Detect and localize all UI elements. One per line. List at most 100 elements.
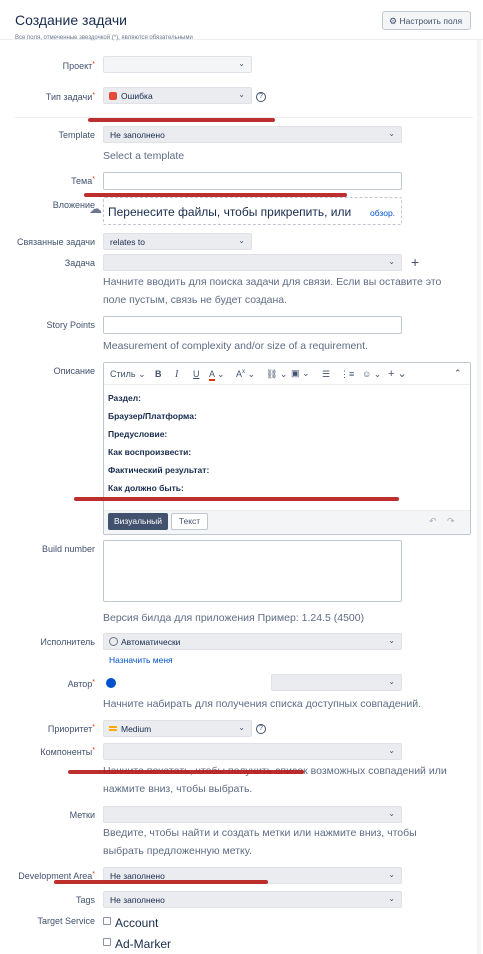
annotation-underline	[54, 880, 268, 884]
template-label: Template	[58, 130, 95, 140]
components-label: Компоненты*	[40, 747, 95, 757]
add-icon[interactable]: +	[411, 254, 419, 270]
chevron-down-icon: ⌄	[388, 809, 395, 818]
tab-visual[interactable]: Визуальный	[108, 513, 168, 530]
assignee-label: Исполнитель	[40, 637, 95, 647]
description-line: Как воспроизвести:	[108, 447, 192, 457]
project-label: Проект*	[62, 61, 95, 71]
tags-label: Tags	[75, 895, 95, 905]
checkbox-account[interactable]	[103, 917, 111, 925]
build-number-textarea[interactable]	[103, 540, 402, 602]
help-icon[interactable]: ?	[256, 724, 266, 734]
redo-icon[interactable]: ↷	[447, 516, 455, 527]
dialog-title: Создание задачи	[15, 12, 127, 28]
priority-value: Medium	[121, 724, 152, 734]
chevron-down-icon: ⌄	[238, 90, 245, 99]
bold-button[interactable]: B	[155, 369, 162, 379]
labels-select[interactable]: ⌄	[103, 806, 402, 823]
priority-label: Приоритет*	[47, 724, 95, 734]
labels-label: Метки	[69, 810, 95, 820]
reporter-label: Автор*	[67, 679, 95, 689]
issue-select[interactable]: ⌄	[103, 254, 402, 271]
issue-type-label: Тип задачи*	[45, 92, 95, 102]
issue-type-select[interactable]: Ошибка ⌄	[103, 87, 252, 104]
components-hint: Начните печатать, чтобы получить список …	[103, 765, 447, 795]
story-points-input[interactable]	[103, 316, 402, 334]
description-line: Фактический результат:	[108, 465, 210, 475]
reporter-hint: Начните набирать для получения списка до…	[103, 698, 421, 710]
tags-value: Не заполнено	[110, 895, 165, 905]
template-value: Не заполнено	[110, 130, 165, 140]
help-icon[interactable]: ?	[256, 92, 266, 102]
chevron-down-icon: ⌄	[388, 894, 395, 903]
summary-label: Тема*	[71, 176, 95, 186]
description-line: Предусловие:	[108, 429, 168, 439]
chevron-down-icon: ⌄	[388, 677, 395, 686]
cloud-upload-icon: ☁	[89, 201, 102, 216]
template-hint: Select a template	[103, 150, 185, 162]
checkbox-ad-marker[interactable]	[103, 938, 111, 946]
chevron-down-icon: ⌄	[238, 236, 245, 245]
build-number-label: Build number	[41, 544, 95, 554]
description-line: Раздел:	[108, 393, 141, 403]
chevron-down-icon: ⌄	[388, 746, 395, 755]
chevron-down-icon: ⌄	[388, 636, 395, 645]
assignee-select[interactable]: Автоматически ⌄	[103, 633, 402, 650]
auto-assign-icon	[109, 637, 118, 646]
description-line: Как должно быть:	[108, 483, 184, 493]
scrollbar[interactable]	[477, 40, 481, 954]
chevron-down-icon: ⌄	[388, 257, 395, 266]
collapse-toolbar-icon[interactable]: ⌃	[454, 368, 462, 379]
italic-button[interactable]: I	[175, 369, 178, 380]
reporter-select[interactable]: ⌄	[271, 674, 402, 691]
insert-more-icon[interactable]: + ⌄	[388, 367, 407, 380]
components-select[interactable]: ⌄	[103, 743, 402, 760]
insert-table-icon[interactable]: ▣ ⌄	[291, 368, 310, 379]
required-note: Все поля, отмеченные звездочкой (*), явл…	[15, 35, 193, 41]
tags-select[interactable]: Не заполнено ⌄	[103, 891, 402, 908]
undo-icon[interactable]: ↶	[429, 516, 437, 527]
priority-select[interactable]: Medium ⌄	[103, 720, 252, 737]
story-points-label: Story Points	[46, 320, 95, 330]
gear-icon: ⚙	[389, 16, 398, 26]
bullet-list-icon[interactable]: ☰	[322, 369, 330, 380]
style-dropdown[interactable]: Стиль ⌄	[110, 369, 146, 380]
linked-issues-select[interactable]: relates to ⌄	[103, 233, 252, 250]
attachment-browse-link[interactable]: обзор.	[370, 208, 395, 218]
issue-hint: Начните вводить для поиска задачи для св…	[103, 276, 442, 306]
text-size-button[interactable]: Ax ⌄	[236, 369, 255, 380]
chevron-down-icon: ⌄	[388, 129, 395, 138]
annotation-underline	[88, 118, 275, 122]
chevron-down-icon: ⌄	[388, 870, 395, 879]
assignee-value: Автоматически	[121, 637, 181, 647]
annotation-underline	[74, 497, 399, 501]
story-points-hint: Measurement of complexity and/or size of…	[103, 340, 368, 352]
text-color-button[interactable]: A ⌄	[209, 369, 225, 381]
issue-label: Задача	[64, 258, 95, 268]
annotation-underline	[68, 770, 304, 774]
configure-fields-button[interactable]: ⚙ Настроить поля	[382, 11, 471, 30]
priority-medium-icon	[109, 726, 117, 728]
numbered-list-icon[interactable]: ⋮≡	[340, 369, 354, 380]
assign-to-me-link[interactable]: Назначить меня	[109, 655, 173, 665]
linked-issues-label: Связанные задачи	[16, 237, 95, 247]
section-divider	[15, 117, 473, 118]
checkbox-label: Ad-Marker	[115, 937, 172, 951]
checkbox-label: Account	[115, 916, 159, 930]
underline-button[interactable]: U	[193, 369, 200, 379]
description-line: Браузер/Платформа:	[108, 411, 197, 421]
chevron-down-icon: ⌄	[238, 59, 245, 68]
summary-input[interactable]	[103, 172, 402, 190]
tab-text[interactable]: Текст	[171, 513, 208, 530]
linked-issues-value: relates to	[110, 237, 145, 247]
template-select[interactable]: Не заполнено ⌄	[103, 126, 402, 143]
link-icon[interactable]: ⛓ ⌄	[266, 369, 287, 380]
project-select[interactable]: ⌄	[103, 56, 252, 73]
chevron-down-icon: ⌄	[238, 723, 245, 732]
issue-type-value: Ошибка	[121, 91, 153, 101]
attachment-drop-text: Перенесите файлы, чтобы прикрепить, или	[108, 205, 352, 219]
emoji-icon[interactable]: ☺ ⌄	[362, 369, 381, 380]
bug-icon	[109, 92, 117, 100]
description-label: Описание	[53, 366, 95, 376]
configure-fields-label: Настроить поля	[399, 16, 463, 26]
